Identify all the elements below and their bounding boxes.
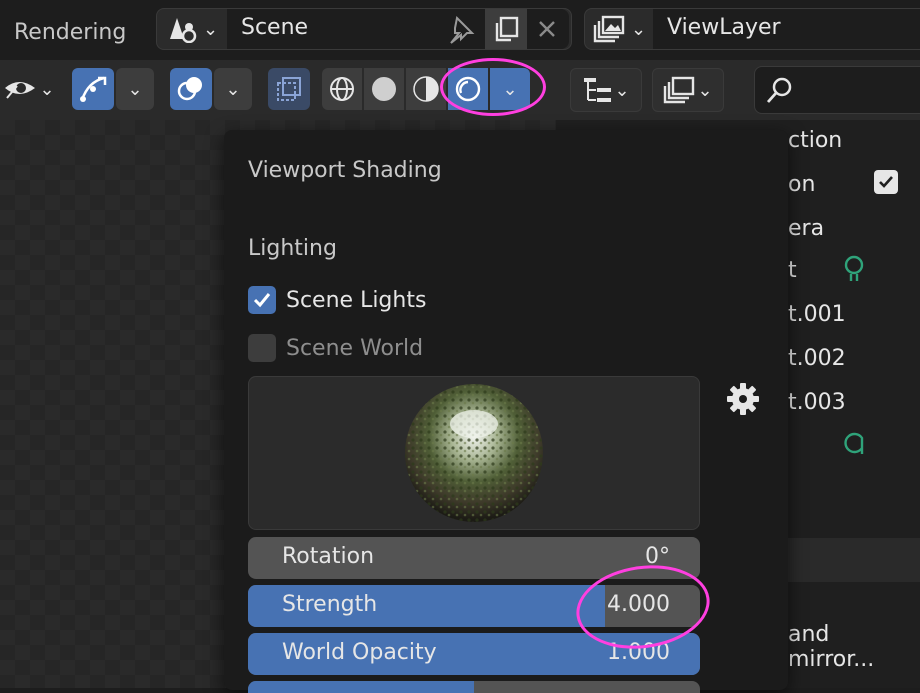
shading-wireframe-button[interactable] (322, 68, 362, 110)
strength-label: Strength (282, 592, 378, 617)
pin-icon[interactable] (445, 15, 475, 45)
view-layer-selector: ⌄ ViewLayer (584, 8, 920, 50)
gear-icon[interactable] (726, 382, 760, 416)
chevron-down-icon: ⌄ (697, 79, 713, 101)
duplicate-scene-button[interactable] (485, 9, 527, 49)
checkmark-icon (879, 176, 893, 188)
gizmo-dropdown[interactable]: ⌄ (116, 68, 154, 110)
xray-toggle-button[interactable] (268, 68, 310, 110)
scene-world-checkbox-row[interactable]: Scene World (248, 334, 423, 362)
hdri-sphere-preview (405, 384, 543, 522)
xray-icon (277, 77, 301, 101)
scene-name: Scene (241, 15, 309, 40)
display-mode-dropdown[interactable]: ⌄ (570, 68, 642, 112)
material-sphere-icon (413, 76, 439, 102)
outliner-row[interactable]: t.002 (788, 346, 846, 371)
outliner-row[interactable]: era (788, 216, 824, 241)
eye-icon (5, 82, 36, 99)
scene-lights-checkbox[interactable] (248, 286, 276, 314)
material-data-icon[interactable] (838, 424, 868, 458)
close-icon[interactable] (537, 19, 557, 39)
outliner-row[interactable]: ction (788, 128, 842, 153)
outliner-search-input[interactable] (754, 66, 920, 114)
popover-title: Viewport Shading (248, 158, 442, 183)
scene-type-dropdown[interactable]: ⌄ (167, 15, 219, 43)
workspace-tab-rendering[interactable]: Rendering (14, 20, 126, 45)
view-layer-name-field[interactable]: ViewLayer (653, 9, 920, 49)
visibility-dropdown[interactable]: ⌄ (0, 68, 60, 110)
scene-world-checkbox[interactable] (248, 334, 276, 362)
rendered-sphere-icon (455, 76, 481, 102)
outliner-row[interactable]: on (788, 172, 815, 197)
outliner-row[interactable]: t.001 (788, 302, 846, 327)
hdri-studio-preview[interactable] (248, 376, 700, 530)
outliner-row[interactable]: t (788, 258, 797, 283)
outliner-row[interactable]: t.003 (788, 390, 846, 415)
chevron-down-icon: ⌄ (502, 78, 518, 100)
scene-lights-label: Scene Lights (286, 287, 427, 313)
overlays-icon (177, 77, 202, 101)
shading-options-dropdown[interactable]: ⌄ (490, 68, 530, 110)
blur-slider-partial[interactable] (248, 681, 700, 693)
world-opacity-label: World Opacity (282, 640, 437, 665)
filter-dropdown[interactable]: ⌄ (652, 68, 724, 112)
properties-partial-label: and mirror... (788, 622, 875, 672)
rotation-slider[interactable]: Rotation 0° (248, 537, 700, 579)
scene-selector: ⌄ Scene (156, 8, 572, 50)
rotation-value: 0° (645, 544, 670, 569)
chevron-down-icon: ⌄ (614, 79, 630, 101)
image-stack-icon (664, 76, 695, 104)
chevron-down-icon: ⌄ (631, 18, 647, 40)
scene-lights-checkbox-row[interactable]: Scene Lights (248, 286, 426, 314)
outliner-header: ⌄ ⌄ (556, 60, 920, 120)
gizmo-icon (80, 76, 107, 102)
image-stack-icon (593, 15, 625, 43)
world-opacity-slider[interactable]: World Opacity 1.000 (248, 633, 700, 675)
checkmark-icon (253, 293, 271, 308)
view-layer-name: ViewLayer (667, 15, 781, 40)
gizmo-toggle-button[interactable] (72, 68, 114, 110)
lighting-section-label: Lighting (248, 236, 337, 261)
scene-icon (170, 18, 197, 43)
outliner-tree-icon (584, 78, 612, 102)
shading-rendered-button[interactable] (448, 68, 488, 110)
shading-solid-button[interactable] (364, 68, 404, 110)
duplicate-icon (495, 16, 519, 42)
chevron-down-icon: ⌄ (39, 78, 55, 100)
strength-slider[interactable]: Strength 4.000 (248, 585, 700, 627)
world-opacity-value: 1.000 (607, 640, 670, 665)
blur-slider-fill (248, 681, 474, 693)
chevron-down-icon: ⌄ (127, 78, 143, 100)
outliner-exclude-checkbox[interactable] (874, 170, 898, 194)
search-icon (766, 77, 792, 103)
overlays-toggle-button[interactable] (170, 68, 212, 110)
overlays-dropdown[interactable]: ⌄ (214, 68, 252, 110)
wireframe-sphere-icon (330, 77, 354, 101)
top-header: Rendering ⌄ Scene ⌄ ViewLayer (0, 0, 920, 58)
view-layer-type-dropdown[interactable]: ⌄ (593, 15, 653, 43)
chevron-down-icon: ⌄ (203, 18, 219, 40)
light-data-icon[interactable] (842, 254, 866, 284)
chevron-down-icon: ⌄ (225, 78, 241, 100)
scene-world-label: Scene World (286, 335, 424, 361)
rotation-label: Rotation (282, 544, 375, 569)
strength-value: 4.000 (607, 592, 670, 617)
solid-sphere-icon (372, 77, 396, 101)
shading-material-button[interactable] (406, 68, 446, 110)
scene-name-field[interactable]: Scene (227, 9, 569, 49)
viewport-header: ⌄ ⌄ ⌄ ⌄ (0, 60, 556, 120)
